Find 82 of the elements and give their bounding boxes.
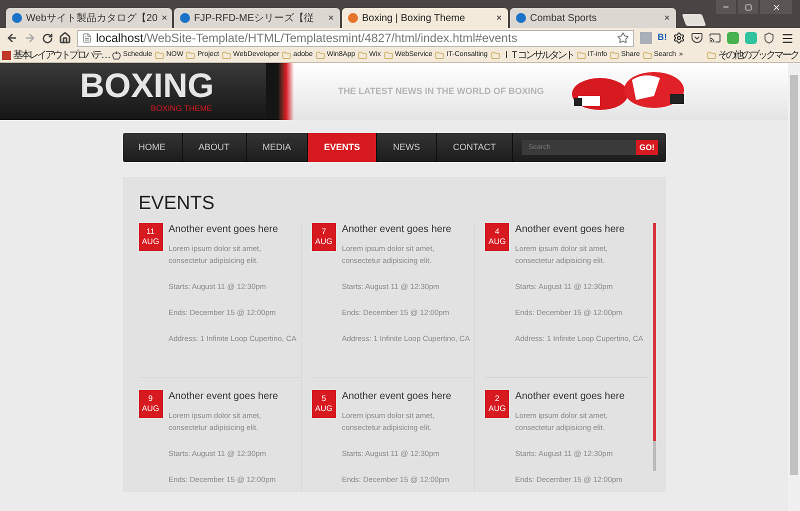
date-month: AUG <box>315 404 332 414</box>
date-day: 4 <box>494 227 500 237</box>
folder-icon <box>707 50 716 60</box>
date-month: AUG <box>315 237 332 247</box>
address-bar[interactable]: localhost/WebSite-Template/HTML/Templatesmint/4827/html/index.html#events <box>77 30 634 46</box>
close-icon <box>772 2 780 12</box>
back-icon[interactable] <box>6 32 18 44</box>
folder-icon <box>282 50 292 60</box>
nav-item[interactable]: CONTACT <box>437 133 513 162</box>
event-title[interactable]: Another event goes here <box>168 390 298 404</box>
cast-icon[interactable] <box>709 32 721 44</box>
bookmark-item[interactable]: 基本レイアウトプロパテ… <box>2 48 109 62</box>
date-day: 2 <box>494 394 500 404</box>
bookmark-item[interactable]: ＩＴコンサルタント <box>490 48 574 62</box>
close-icon[interactable]: × <box>496 10 502 26</box>
url-text: localhost/WebSite-Template/HTML/Templatesmint/4827/html/index.html#events <box>96 30 518 47</box>
folder-icon <box>490 50 500 60</box>
folder-icon <box>576 50 586 60</box>
folder-icon <box>222 50 232 60</box>
folder-icon <box>186 50 196 60</box>
folder-icon <box>610 50 620 60</box>
folder-icon <box>155 50 164 60</box>
close-icon[interactable]: × <box>328 10 334 26</box>
close-icon[interactable]: × <box>664 10 670 26</box>
maximize-icon <box>744 4 752 10</box>
favicon-icon <box>180 13 190 23</box>
site-logo[interactable]: BOXING <box>80 68 214 102</box>
tab-title: Boxing | Boxing Theme <box>362 12 466 26</box>
go-button[interactable]: GO! <box>636 140 658 155</box>
date-month: AUG <box>142 237 160 247</box>
favicon-icon <box>12 13 22 23</box>
tab-title: FJP-RFD-MEシリーズ【従 <box>194 12 315 26</box>
browser-tab[interactable]: Combat Sports × <box>510 8 676 28</box>
nav-item[interactable]: EVENTS <box>308 133 378 162</box>
date-day: 5 <box>322 394 326 404</box>
settings-icon[interactable] <box>673 32 685 44</box>
browser-tab[interactable]: FJP-RFD-MEシリーズ【従 × <box>174 8 340 28</box>
date-day: 7 <box>322 227 326 237</box>
page-icon <box>82 33 92 43</box>
section-title: EVENTS <box>138 193 216 215</box>
event-title[interactable]: Another event goes here <box>342 223 472 237</box>
date-month: AUG <box>488 404 506 414</box>
event-title[interactable]: Another event goes here <box>515 223 646 237</box>
date-day: 11 <box>146 227 155 237</box>
nav-item[interactable]: ABOUT <box>182 133 247 162</box>
bookmark-star-icon[interactable] <box>616 32 628 44</box>
extension-icon[interactable] <box>727 32 739 44</box>
menu-icon[interactable] <box>781 32 794 44</box>
close-window-button[interactable] <box>760 0 792 14</box>
page-icon <box>2 50 11 60</box>
favicon-icon <box>516 13 526 23</box>
date-month: AUG <box>142 404 160 414</box>
tagline: THE LATEST NEWS IN THE WORLD OF BOXING <box>338 84 544 98</box>
folder-icon <box>642 50 652 60</box>
tab-title: Combat Sports <box>530 12 598 26</box>
new-tab-button[interactable] <box>682 14 706 26</box>
home-icon[interactable] <box>59 32 71 44</box>
folder-icon <box>384 50 393 60</box>
event-title[interactable]: Another event goes here <box>168 223 298 237</box>
apple-icon <box>112 50 121 60</box>
event-title[interactable]: Another event goes here <box>342 390 472 404</box>
date-day: 9 <box>148 394 153 404</box>
date-month: AUG <box>488 237 506 247</box>
bookmark-item[interactable]: その他のブックマーク <box>707 48 798 62</box>
logo-subtitle: BOXING THEME <box>150 102 212 114</box>
browser-tab[interactable]: Boxing | Boxing Theme × <box>342 8 508 28</box>
folder-icon <box>435 50 444 60</box>
page-scrollbar[interactable] <box>788 63 800 511</box>
scrollbar-thumb[interactable] <box>790 75 798 475</box>
maximize-button[interactable] <box>738 0 758 14</box>
folder-icon <box>316 50 325 60</box>
event-title[interactable]: Another event goes here <box>515 390 646 404</box>
reload-icon[interactable] <box>42 32 53 44</box>
favicon-icon <box>348 13 358 23</box>
nav-item[interactable]: HOME <box>122 133 182 162</box>
folder-icon <box>358 50 368 60</box>
close-icon[interactable]: × <box>162 10 168 26</box>
nav-item[interactable]: NEWS <box>377 133 438 162</box>
shield-icon[interactable] <box>763 32 775 44</box>
tab-title: Webサイト製品カタログ【20 <box>26 12 158 26</box>
browser-tab[interactable]: Webサイト製品カタログ【20 × <box>6 8 172 28</box>
extension-button[interactable]: B! <box>658 31 667 45</box>
